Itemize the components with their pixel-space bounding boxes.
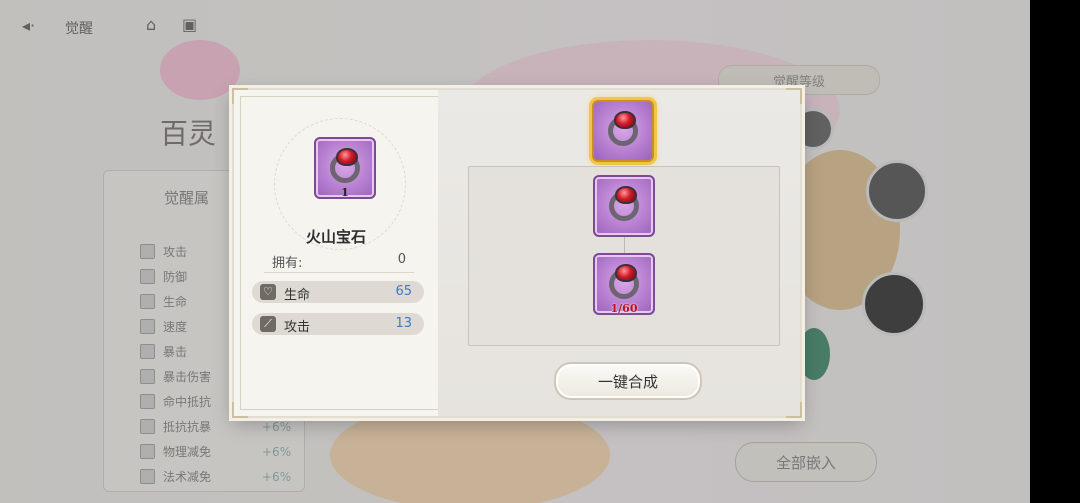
item-icon: 1 bbox=[314, 137, 376, 199]
stat-row-atk: ⟋ 攻击 13 bbox=[252, 313, 424, 335]
stat-value: 13 bbox=[395, 316, 412, 331]
own-label: 拥有: bbox=[272, 256, 303, 271]
game-screen: ◂· 觉醒 ⌂ ▣ 百灵 觉醒等级 觉醒属 攻击 防御 生命 速度 暴击 暴击伤… bbox=[0, 0, 1030, 503]
stat-value: 65 bbox=[395, 284, 412, 299]
divider bbox=[264, 272, 414, 273]
item-level-badge: 1 bbox=[341, 186, 349, 199]
own-row: 拥有: 0 bbox=[272, 252, 406, 271]
heart-icon: ♡ bbox=[260, 284, 276, 300]
item-name: 火山宝石 bbox=[305, 228, 366, 246]
chain-item-slot[interactable]: 1/60 bbox=[593, 253, 655, 315]
red-gem-icon bbox=[615, 186, 637, 204]
chain-badge: 1/60 bbox=[610, 302, 638, 315]
one-key-synthesize-button[interactable]: 一键合成 bbox=[554, 362, 702, 400]
red-gem-icon bbox=[336, 148, 358, 166]
synthesis-pane: 1/60 一键合成 bbox=[438, 90, 800, 416]
sword-icon: ⟋ bbox=[260, 316, 276, 332]
gem-synthesis-dialog: 1 火山宝石 拥有: 0 ♡ 生命 65 ⟋ 攻击 13 1/60 一键合成 bbox=[232, 88, 802, 418]
stat-label: 攻击 bbox=[284, 320, 311, 335]
chain-item-slot[interactable] bbox=[593, 175, 655, 237]
synthesis-chain-box: 1/60 bbox=[468, 166, 780, 346]
target-item-slot[interactable] bbox=[592, 100, 654, 162]
own-value: 0 bbox=[397, 252, 406, 267]
red-gem-icon bbox=[614, 111, 636, 129]
red-gem-icon bbox=[615, 264, 637, 282]
stat-label: 生命 bbox=[284, 288, 311, 303]
item-detail-pane: 1 火山宝石 拥有: 0 ♡ 生命 65 ⟋ 攻击 13 bbox=[234, 90, 438, 416]
stat-row-hp: ♡ 生命 65 bbox=[252, 281, 424, 303]
